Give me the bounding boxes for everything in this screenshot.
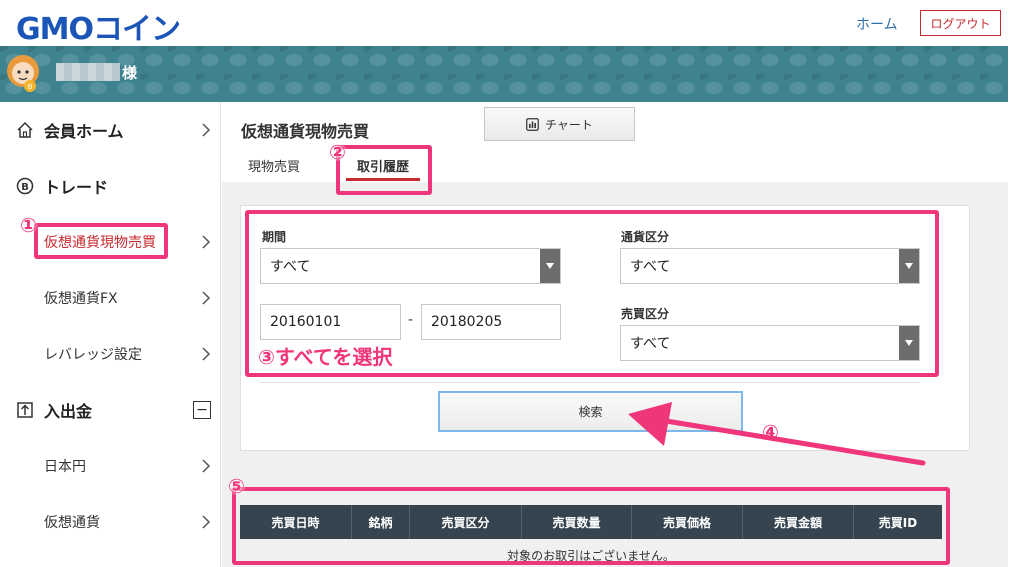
annotation-number-4: ④ — [762, 420, 779, 444]
chevron-right-icon — [202, 235, 211, 249]
sidebar-section-trade: B トレード — [0, 158, 221, 214]
chart-icon — [526, 117, 539, 131]
sidebar-item-label: レバレッジ設定 — [44, 347, 142, 363]
gmo-coin-logo[interactable]: GMOコイン — [16, 4, 181, 48]
collapse-icon[interactable]: − — [193, 401, 211, 419]
home-link[interactable]: ホーム — [856, 14, 898, 34]
chevron-right-icon — [202, 291, 211, 305]
username-suffix: 様 — [122, 64, 138, 82]
sidebar-section-deposit-withdraw[interactable]: 入出金 − — [0, 382, 221, 438]
svg-text:B: B — [21, 182, 29, 193]
chevron-right-icon — [202, 459, 211, 473]
tab-spot-trade[interactable]: 現物売買 — [248, 156, 300, 175]
annotation-text-3: ③すべてを選択 — [258, 345, 393, 369]
sidebar-item-jpy[interactable]: 日本円 — [0, 438, 221, 494]
avatar: B — [7, 55, 39, 92]
page-title: 仮想通貨現物売買 — [241, 122, 370, 141]
chevron-right-icon — [202, 515, 211, 529]
svg-text:B: B — [28, 83, 33, 91]
annotation-number-1: ① — [20, 213, 37, 237]
annotation-number-5: ⑤ — [228, 474, 245, 498]
sidebar-item-leverage-settings[interactable]: レバレッジ設定 — [0, 326, 221, 382]
sidebar-item-crypto-fx[interactable]: 仮想通貨FX — [0, 270, 221, 326]
top-bar: GMOコイン ホーム ログアウト — [0, 0, 1014, 48]
annotation-box-2 — [336, 145, 432, 195]
sidebar-item-crypto[interactable]: 仮想通貨 — [0, 494, 221, 550]
annotation-box-5 — [232, 487, 950, 565]
chart-button-label: チャート — [545, 117, 593, 132]
sidebar-item-label: 仮想通貨FX — [44, 291, 118, 307]
logout-button[interactable]: ログアウト — [920, 10, 1001, 36]
chevron-right-icon — [202, 123, 211, 137]
home-icon — [17, 121, 33, 138]
username-masked — [56, 63, 120, 81]
sidebar-item-label: 日本円 — [44, 459, 86, 475]
sidebar-section-label: トレード — [44, 178, 109, 197]
deposit-icon — [17, 402, 33, 418]
chevron-right-icon — [202, 347, 211, 361]
chart-button[interactable]: チャート — [484, 107, 635, 141]
annotation-box-1 — [34, 223, 168, 259]
sidebar-item-member-home[interactable]: 会員ホーム — [0, 102, 221, 158]
search-button[interactable]: 検索 — [438, 391, 743, 432]
sidebar-item-label: 仮想通貨 — [44, 515, 100, 531]
panel-divider — [260, 382, 920, 383]
sidebar-item-label: 会員ホーム — [44, 122, 124, 141]
bitcoin-icon: B — [16, 177, 34, 195]
sidebar: 会員ホーム B トレード 仮想通貨現物売買 仮想通貨FX レバレッジ設定 入出金… — [0, 102, 221, 567]
annotation-number-2: ② — [329, 140, 346, 164]
sidebar-section-label: 入出金 — [44, 402, 93, 421]
user-banner — [0, 46, 1008, 102]
